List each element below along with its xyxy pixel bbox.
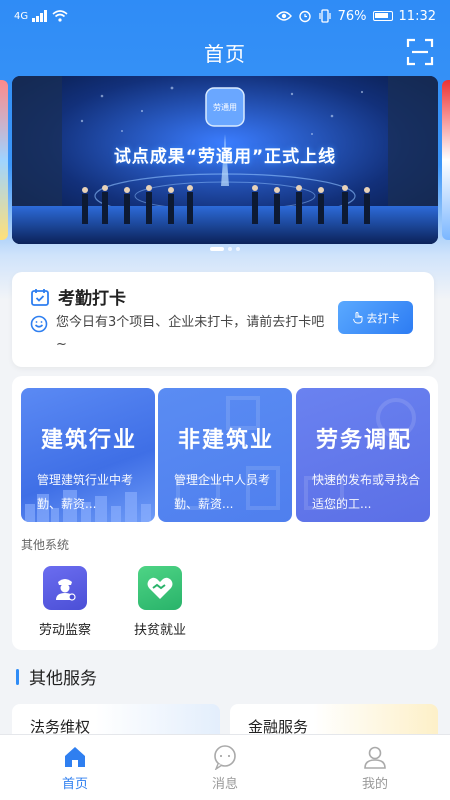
tab-home[interactable]: 首页 [0,735,150,800]
check-in-button[interactable]: 去打卡 [338,301,413,334]
section-title: 其他服务 [29,669,97,689]
other-systems-label: 其他系统 [21,538,70,552]
vibrate-icon [319,9,331,23]
tab-label: 首页 [61,777,88,792]
tab-label: 消息 [211,777,238,792]
banner-badge: 劳通用 [213,103,237,112]
tile-title: 劳务调配 [316,428,413,453]
tile-construction[interactable]: 建筑行业 管理建筑行业中考勤、薪资... [21,388,155,522]
tab-messages[interactable]: 消息 [150,735,300,800]
clock: 11:32 [398,8,436,24]
system-indicators: 76% 11:32 [275,8,436,24]
check-in-label: 去打卡 [366,312,400,325]
hand-tap-icon [352,311,362,323]
carousel-dot-active [210,247,224,251]
carousel-dot [236,247,240,251]
tile-description: 管理企业中人员考勤、薪资... [174,473,271,511]
other-services-header: 其他服务 [16,664,97,689]
systems-card: 建筑行业 管理建筑行业中考勤、薪资... 非建筑业 管理企业中人员考勤、薪资..… [12,376,438,650]
tab-profile[interactable]: 我的 [300,735,450,800]
tile-description: 管理建筑行业中考勤、薪资... [37,473,134,511]
attendance-header: 考勤打卡 [30,284,126,309]
alarm-icon [298,10,311,23]
battery-percent: 76% [337,8,367,24]
section-accent-bar [16,668,19,685]
app-label: 劳动监察 [38,623,91,638]
tile-labor-dispatch[interactable]: 劳务调配 快速的发布或寻找合适您的工... [296,388,430,522]
carousel-dot [228,247,232,251]
nav-bar: 首页 [0,32,450,72]
heart-handshake-icon [138,566,182,610]
network-type: 4G [14,10,29,22]
attendance-title: 考勤打卡 [58,289,126,309]
eye-icon [275,11,292,21]
tab-label: 我的 [361,777,388,792]
app-label: 扶贫就业 [133,623,186,638]
banner-carousel[interactable]: 劳通用 试点成果“劳通用”正式上线 [12,76,438,244]
page-title: 首页 [204,41,246,66]
carousel-next-peek[interactable] [442,80,450,240]
inspector-icon [43,566,87,610]
tile-title: 非建筑业 [178,428,275,453]
tile-title: 建筑行业 [41,428,138,453]
app-labor-inspection[interactable]: 劳动监察 [25,566,105,638]
tile-non-construction[interactable]: 非建筑业 管理企业中人员考勤、薪资... [158,388,292,522]
signal-icon [32,10,48,22]
attendance-card: 考勤打卡 您今日有3个项目、企业未打卡，请前去打卡吧~ 去打卡 [12,272,434,367]
attendance-message-row: 您今日有3个项目、企业未打卡，请前去打卡吧~ [30,312,330,356]
smile-icon [30,315,48,333]
carousel-prev-peek[interactable] [0,80,8,240]
app-poverty-employment[interactable]: 扶贫就业 [120,566,200,638]
tile-description: 快速的发布或寻找合适您的工... [312,473,421,511]
wifi-icon [52,10,68,22]
bottom-tab-bar: 首页 消息 我的 [0,734,450,800]
user-icon [364,746,386,769]
home-icon [65,747,85,767]
status-bar: 4G 76% 11:32 [0,0,450,32]
network-indicators: 4G [14,10,68,22]
message-icon [214,745,236,770]
battery-icon [372,11,393,21]
scan-icon[interactable] [406,38,434,66]
carousel-indicator [0,244,450,254]
banner-headline: 试点成果“劳通用”正式上线 [113,147,337,167]
calendar-check-icon [31,288,49,306]
attendance-message: 您今日有3个项目、企业未打卡，请前去打卡吧~ [56,315,325,352]
